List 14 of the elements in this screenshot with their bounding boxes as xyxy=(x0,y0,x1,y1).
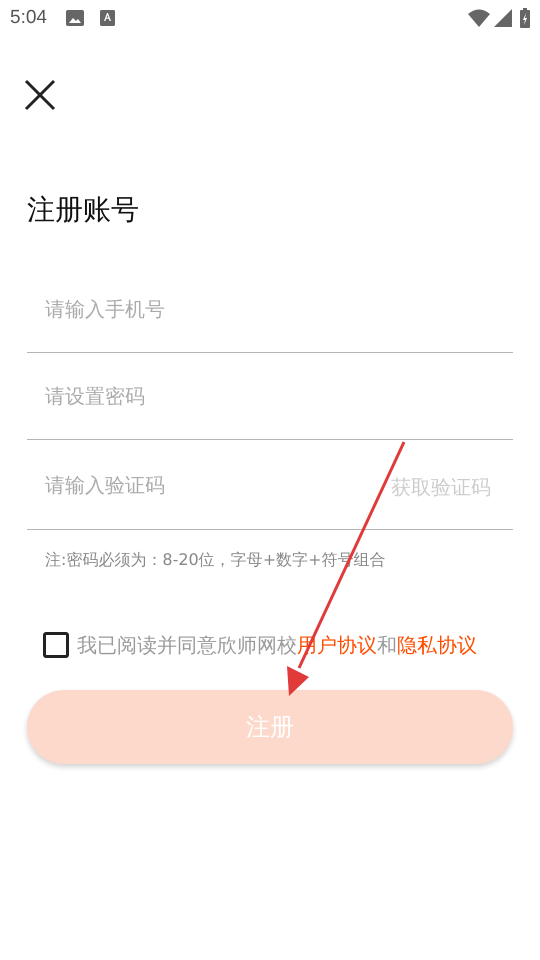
close-button[interactable] xyxy=(23,78,57,112)
page-title: 注册账号 xyxy=(27,192,140,228)
image-notification-icon xyxy=(66,10,84,26)
input-field[interactable]: 请输入手机号 xyxy=(45,294,513,324)
input-field[interactable]: 请输入验证码 xyxy=(45,470,391,500)
battery-icon xyxy=(520,8,530,28)
privacy-policy-link[interactable]: 隐私协议 xyxy=(397,633,477,657)
signal-icon xyxy=(494,9,512,27)
input-field[interactable]: 请设置密码 xyxy=(45,381,513,411)
status-time: 5:04 xyxy=(10,6,47,30)
agreement-checkbox[interactable] xyxy=(43,632,69,658)
wifi-icon xyxy=(468,9,490,27)
text-notification-icon xyxy=(100,10,115,26)
close-icon xyxy=(23,78,57,112)
